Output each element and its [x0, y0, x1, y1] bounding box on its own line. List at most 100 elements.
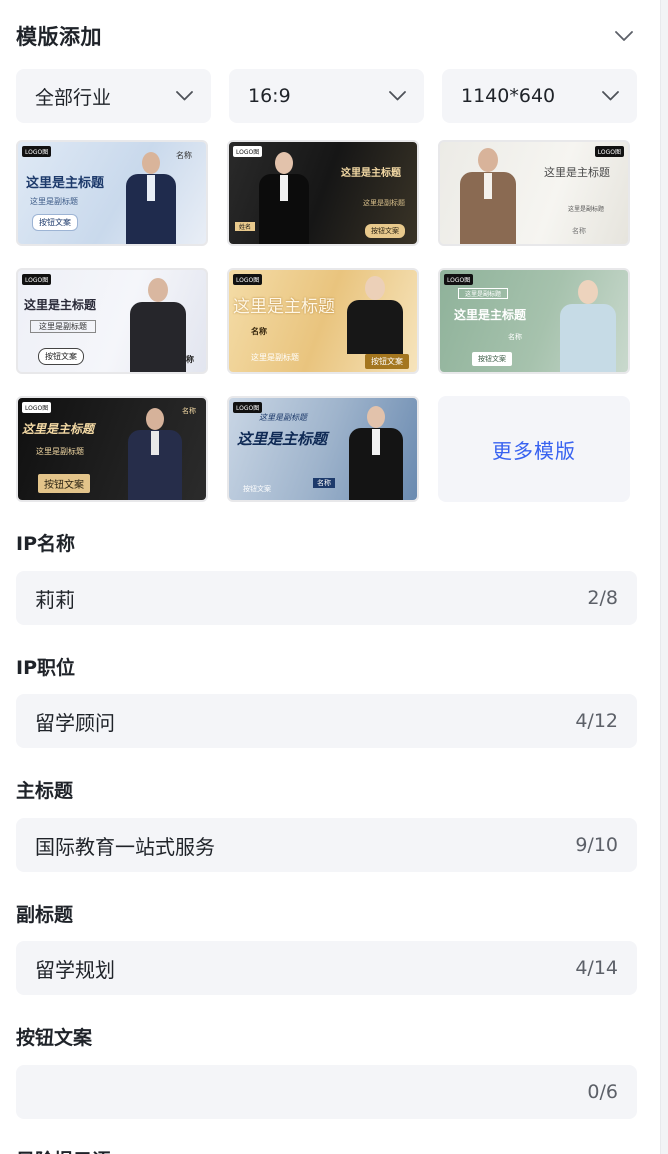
main-title-input[interactable]: 国际教育一站式服务 9/10 — [16, 818, 637, 872]
person-shirt — [147, 175, 155, 201]
template-card[interactable]: LOGO图 这里是主标题 名称 这里是副标题 按钮文案 — [227, 268, 419, 374]
person-head — [142, 152, 160, 174]
panel-header: 模版添加 — [16, 18, 636, 54]
template-button: 按钮文案 — [32, 214, 78, 231]
ratio-select[interactable]: 16:9 — [229, 69, 424, 123]
template-title: 这里是主标题 — [26, 176, 105, 191]
template-button: 按钮文案 — [243, 485, 271, 493]
template-button: 按钮文案 — [38, 348, 84, 365]
template-subtitle: 这里是副标题 — [30, 197, 78, 206]
more-templates-button[interactable]: 更多模版 — [438, 396, 630, 502]
ip-name-value: 莉莉 — [35, 587, 75, 612]
person-head — [146, 408, 164, 430]
button-text-label: 按钮文案 — [16, 1027, 93, 1049]
subtitle-counter: 4/14 — [575, 957, 618, 979]
main-title-value: 国际教育一站式服务 — [35, 834, 215, 859]
subtitle-label: 副标题 — [16, 904, 74, 926]
person-body — [560, 304, 616, 372]
template-name: 名称 — [182, 407, 196, 415]
template-card[interactable]: LOGO图 这里是主标题 这里是副标题 按钮文案 姓名 — [227, 140, 419, 246]
template-title: 这里是主标题 — [22, 422, 95, 436]
template-name: 名称 — [176, 151, 192, 160]
template-title: 这里是主标题 — [237, 430, 328, 448]
more-templates-label: 更多模版 — [492, 438, 576, 463]
template-title: 这里是主标题 — [454, 308, 527, 322]
template-title: 这里是主标题 — [341, 168, 401, 179]
button-text-input[interactable]: 0/6 — [16, 1065, 637, 1119]
template-logo: LOGO图 — [444, 274, 474, 285]
scrollbar-track[interactable] — [660, 0, 668, 1154]
person-shirt — [280, 175, 288, 201]
person-head — [275, 152, 293, 174]
ip-position-counter: 4/12 — [575, 710, 618, 732]
template-gallery: LOGO图 这里是主标题 这里是副标题 按钮文案 名称 LOGO图 这里是主标题… — [16, 140, 640, 502]
template-logo: LOGO图 — [22, 274, 52, 285]
ip-name-counter: 2/8 — [587, 587, 618, 609]
industry-select-value: 全部行业 — [35, 86, 112, 109]
person-shirt — [372, 429, 380, 455]
risk-tip-label: 风险提示语 — [16, 1146, 111, 1154]
template-title: 这里是主标题 — [24, 298, 97, 312]
template-logo: LOGO图 — [594, 146, 624, 157]
template-button: 按钮文案 — [472, 352, 512, 366]
template-logo: LOGO图 — [233, 274, 263, 285]
size-select[interactable]: 1140*640 — [442, 69, 637, 123]
template-subtitle: 这里是副标题 — [30, 320, 96, 333]
person-head — [367, 406, 385, 428]
ip-position-value: 留学顾问 — [35, 710, 115, 735]
template-subtitle: 这里是副标题 — [36, 447, 84, 456]
template-logo: LOGO图 — [22, 402, 52, 413]
button-text-counter: 0/6 — [587, 1081, 618, 1103]
filter-bar: 全部行业 16:9 1140*640 — [16, 69, 637, 123]
template-card[interactable]: LOGO图 这里是主标题 这里是副标题 按钮文案 名称 — [16, 396, 208, 502]
subtitle-input[interactable]: 留学规划 4/14 — [16, 941, 637, 995]
person-head — [578, 280, 598, 304]
ratio-select-value: 16:9 — [248, 85, 291, 107]
ip-position-label: IP职位 — [16, 657, 75, 679]
template-title: 这里是主标题 — [544, 166, 610, 179]
template-card[interactable]: LOGO图 这里是副标题 这里是主标题 按钮文案 名称 — [227, 396, 419, 502]
subtitle-value: 留学规划 — [35, 957, 115, 982]
template-card[interactable]: LOGO图 这里是主标题 这里是副标题 名称 按钮文案 — [438, 268, 630, 374]
chevron-down-icon — [176, 91, 193, 101]
person-head — [148, 278, 168, 302]
ip-name-label: IP名称 — [16, 533, 75, 555]
template-subtitle: 这里是副标题 — [363, 199, 405, 207]
template-subtitle: 这里是副标题 — [259, 413, 307, 422]
template-card[interactable]: LOGO图 这里是主标题 这里是副标题 按钮文案 名称 — [16, 140, 208, 246]
chevron-down-icon — [602, 91, 619, 101]
person-head — [365, 276, 385, 300]
industry-select[interactable]: 全部行业 — [16, 69, 211, 123]
main-title-counter: 9/10 — [575, 834, 618, 856]
template-subtitle: 这里是副标题 — [251, 353, 299, 362]
collapse-button[interactable] — [612, 24, 636, 48]
ip-position-input[interactable]: 留学顾问 4/12 — [16, 694, 637, 748]
template-logo: LOGO图 — [233, 146, 263, 157]
person-shirt — [151, 431, 159, 455]
template-name: 姓名 — [235, 222, 256, 231]
chevron-down-icon — [615, 31, 633, 41]
person-body — [130, 302, 186, 372]
template-name: 名称 — [313, 478, 335, 488]
template-card[interactable]: LOGO图 这里是主标题 这里是副标题 按钮文案 名称 — [16, 268, 208, 374]
chevron-down-icon — [389, 91, 406, 101]
template-subtitle: 这里是副标题 — [568, 206, 605, 213]
template-card[interactable]: LOGO图 这里是主标题 这里是副标题 名称 — [438, 140, 630, 246]
template-name: 名称 — [572, 227, 586, 235]
size-select-value: 1140*640 — [461, 85, 556, 107]
template-button: 按钮文案 — [365, 224, 405, 238]
template-subtitle: 这里是副标题 — [458, 288, 509, 299]
person-body — [347, 300, 403, 354]
main-title-label: 主标题 — [16, 780, 74, 802]
template-logo: LOGO图 — [22, 146, 52, 157]
template-name: 名称 — [251, 327, 267, 336]
person-head — [478, 148, 498, 172]
template-button: 按钮文案 — [38, 474, 90, 493]
ip-name-input[interactable]: 莉莉 2/8 — [16, 571, 637, 625]
panel-title: 模版添加 — [16, 25, 102, 49]
person-shirt — [484, 173, 492, 199]
template-name: 名称 — [508, 333, 522, 341]
template-panel: 模版添加 全部行业 16:9 1140*640 LOGO图 这里是主标题 这里是… — [0, 0, 660, 1154]
template-button: 按钮文案 — [365, 354, 409, 369]
template-title: 这里是主标题 — [233, 297, 335, 317]
